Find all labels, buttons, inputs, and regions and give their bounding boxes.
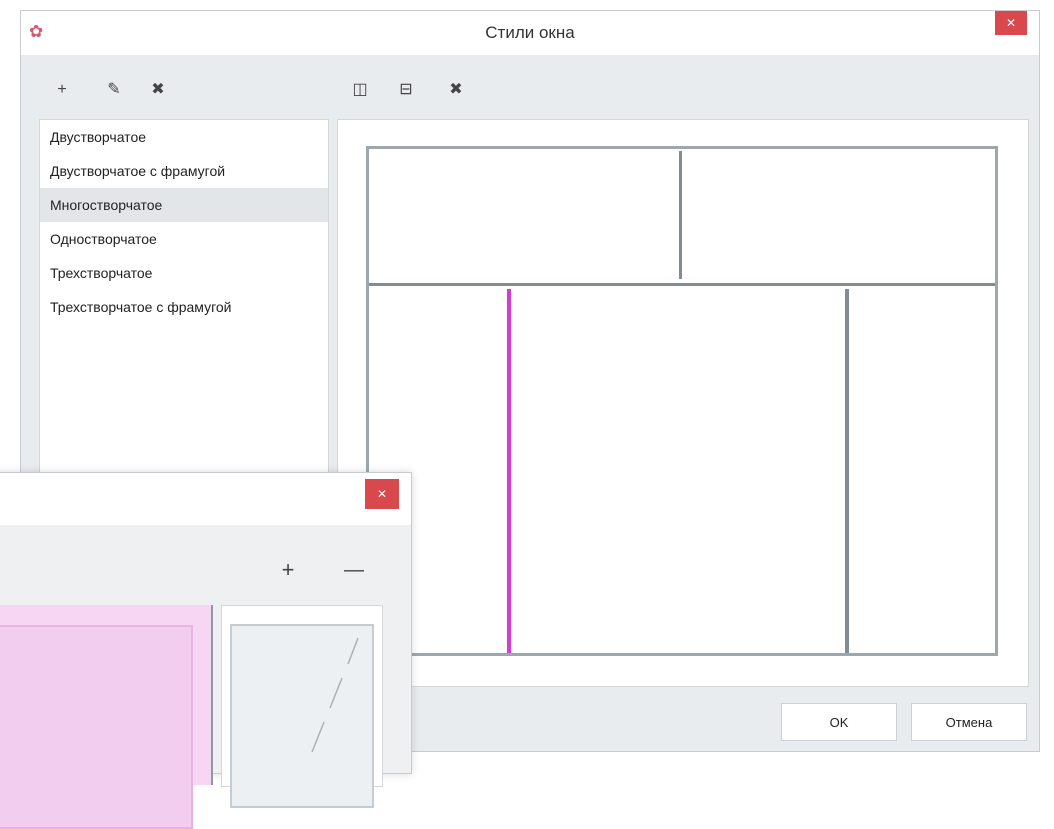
- split-horizontal-icon[interactable]: ⊟: [395, 79, 417, 101]
- zoom-in-icon[interactable]: +: [277, 559, 299, 581]
- zoom-out-icon[interactable]: —: [343, 559, 365, 581]
- window-preview-panel: [337, 119, 1029, 687]
- cancel-button[interactable]: Отмена: [911, 703, 1027, 741]
- sash-preview[interactable]: [0, 625, 193, 829]
- window-frame[interactable]: [366, 146, 998, 656]
- list-item[interactable]: Одностворчатое: [40, 222, 328, 256]
- list-item[interactable]: Трехстворчатое с фрамугой: [40, 290, 328, 324]
- close-button[interactable]: ✕: [995, 11, 1027, 35]
- secondary-close-button[interactable]: ✕: [365, 479, 399, 509]
- edit-icon[interactable]: ✎: [103, 79, 125, 101]
- list-item-selected[interactable]: Многостворчатое: [40, 188, 328, 222]
- horizontal-transom[interactable]: [369, 283, 995, 286]
- sash-preview-panel: [0, 605, 213, 829]
- window-title: Стили окна: [485, 23, 575, 42]
- secondary-dialog: ✕ + —: [0, 472, 412, 829]
- list-item[interactable]: Двустворчатое с фрамугой: [40, 154, 328, 188]
- transom-vertical-mullion[interactable]: [679, 151, 682, 279]
- list-item[interactable]: Двустворчатое: [40, 120, 328, 154]
- glass-preview[interactable]: [230, 624, 374, 808]
- add-icon[interactable]: +: [51, 79, 73, 101]
- glass-hatch-icon: [311, 637, 359, 753]
- selected-mullion[interactable]: [507, 289, 511, 653]
- split-vertical-icon[interactable]: ◫: [349, 79, 371, 101]
- ok-button[interactable]: OK: [781, 703, 897, 741]
- list-item[interactable]: Трехстворчатое: [40, 256, 328, 290]
- delete-icon[interactable]: ✖: [147, 79, 169, 101]
- title-bar[interactable]: ✿ Стили окна ✕: [21, 11, 1039, 55]
- remove-split-icon[interactable]: ✖: [445, 79, 467, 101]
- secondary-title-bar[interactable]: ✕: [0, 473, 411, 525]
- mullion[interactable]: [845, 289, 849, 653]
